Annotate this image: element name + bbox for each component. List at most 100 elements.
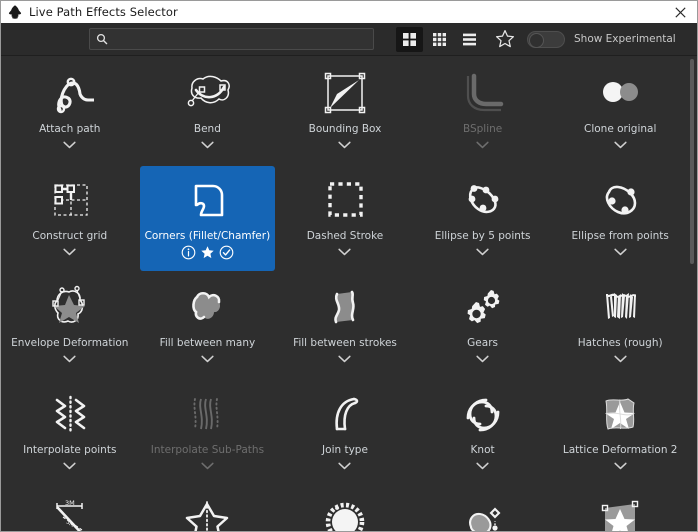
effect-item-expander-chevron-down-icon[interactable]	[200, 354, 214, 363]
ellipse-from-points-icon	[594, 176, 646, 224]
effect-item-fill-between-many[interactable]: Fill between many	[140, 273, 276, 378]
toolbar: Show Experimental	[1, 23, 697, 56]
effect-item-dashed-stroke[interactable]: Dashed Stroke	[277, 166, 413, 271]
effect-item-corners-fillet-chamfer[interactable]: Corners (Fillet/Chamfer)	[140, 166, 276, 271]
effect-item-perspective-envelope[interactable]: Perspective/Envelope	[552, 487, 688, 531]
effect-item-offset[interactable]: Offset	[277, 487, 413, 531]
interpolate-sub-paths-icon	[181, 390, 233, 438]
effect-item-expander-chevron-down-icon[interactable]	[338, 354, 352, 363]
scrollbar-thumb[interactable]	[690, 59, 694, 264]
list-view-button[interactable]	[456, 27, 483, 52]
applied-check-badge-icon[interactable]	[219, 245, 234, 260]
effect-item-join-type[interactable]: Join type	[277, 380, 413, 485]
effect-item-interpolate-sub-paths[interactable]: Interpolate Sub-Paths	[140, 380, 276, 485]
effect-item-label: Gears	[465, 337, 500, 349]
effect-item-mirror-symmetry[interactable]: Mirror symmetry	[140, 487, 276, 531]
effect-item-label: Knot	[469, 444, 497, 456]
close-icon	[675, 7, 686, 18]
effect-item-label: Bend	[192, 123, 223, 135]
large-grid-icon	[402, 32, 417, 47]
effect-item-bend[interactable]: Bend	[140, 59, 276, 164]
offset-icon	[319, 497, 371, 531]
info-badge-icon[interactable]	[181, 245, 196, 260]
effect-item-lattice-deformation-2[interactable]: Lattice Deformation 2	[552, 380, 688, 485]
effect-item-envelope-deformation[interactable]: Envelope Deformation	[2, 273, 138, 378]
effect-item-label: Join type	[320, 444, 370, 456]
effect-item-label: Construct grid	[30, 230, 109, 242]
effect-item-expander-chevron-down-icon[interactable]	[200, 461, 214, 470]
gears-icon	[457, 283, 509, 331]
effect-item-expander-chevron-down-icon[interactable]	[613, 140, 627, 149]
effect-item-label: Clone original	[582, 123, 658, 135]
favorites-filter-button[interactable]	[493, 27, 517, 51]
search-box[interactable]	[89, 28, 374, 50]
effect-item-label: Fill between many	[158, 337, 258, 349]
construct-grid-icon	[44, 176, 96, 224]
effect-item-expander-chevron-down-icon[interactable]	[613, 247, 627, 256]
effect-item-label: Dashed Stroke	[305, 230, 386, 242]
mirror-symmetry-icon	[181, 497, 233, 531]
effect-item-fill-between-strokes[interactable]: Fill between strokes	[277, 273, 413, 378]
effect-item-expander-chevron-down-icon[interactable]	[63, 140, 77, 149]
bounding-box-icon	[319, 69, 371, 117]
effect-item-expander-chevron-down-icon[interactable]	[613, 354, 627, 363]
effect-item-label: Corners (Fillet/Chamfer)	[143, 230, 273, 242]
favorite-star-badge-icon[interactable]	[200, 245, 215, 260]
effect-item-label: Hatches (rough)	[576, 337, 665, 349]
window-title: Live Path Effects Selector	[29, 5, 178, 19]
vertical-scrollbar[interactable]	[689, 59, 695, 528]
effect-item-ellipse-from-points[interactable]: Ellipse from points	[552, 166, 688, 271]
pattern-along-path-icon	[457, 497, 509, 531]
effect-item-badges	[181, 245, 234, 260]
effect-item-attach-path[interactable]: Attach path	[2, 59, 138, 164]
effect-item-expander-chevron-down-icon[interactable]	[200, 140, 214, 149]
effect-item-expander-chevron-down-icon[interactable]	[476, 461, 490, 470]
small-grid-view-button[interactable]	[426, 27, 453, 52]
effect-item-expander-chevron-down-icon[interactable]	[338, 140, 352, 149]
toggle-knob	[529, 33, 544, 48]
effect-item-expander-chevron-down-icon[interactable]	[338, 247, 352, 256]
effect-item-label: Interpolate Sub-Paths	[149, 444, 266, 456]
effect-item-bspline[interactable]: BSpline	[415, 59, 551, 164]
hatches-rough-icon	[594, 283, 646, 331]
ellipse-5-points-icon	[457, 176, 509, 224]
corners-icon	[181, 176, 233, 224]
effect-item-ellipse-by-5-points[interactable]: Ellipse by 5 points	[415, 166, 551, 271]
effect-item-bounding-box[interactable]: Bounding Box	[277, 59, 413, 164]
effect-item-label: Lattice Deformation 2	[561, 444, 680, 456]
effect-item-label: Fill between strokes	[291, 337, 399, 349]
effect-item-expander-chevron-down-icon[interactable]	[63, 461, 77, 470]
effects-grid-scroll: Attach path Bend Bounding BoxBSpline Clone …	[1, 56, 689, 531]
search-input[interactable]	[113, 29, 367, 49]
effect-item-measure-segments[interactable]: 3M3MMeasure Segments	[2, 487, 138, 531]
show-experimental-toggle[interactable]	[527, 31, 565, 48]
effect-item-expander-chevron-down-icon[interactable]	[476, 247, 490, 256]
effect-item-label: Envelope Deformation	[9, 337, 130, 349]
effect-item-expander-chevron-down-icon[interactable]	[476, 354, 490, 363]
large-grid-view-button[interactable]	[396, 27, 423, 52]
list-icon	[462, 32, 477, 47]
effect-item-knot[interactable]: Knot	[415, 380, 551, 485]
effect-item-label: Attach path	[37, 123, 102, 135]
knot-icon	[457, 390, 509, 438]
search-icon	[96, 33, 108, 45]
effects-grid: Attach path Bend Bounding BoxBSpline Clone …	[1, 56, 689, 531]
effect-item-interpolate-points[interactable]: Interpolate points	[2, 380, 138, 485]
effect-item-expander-chevron-down-icon[interactable]	[613, 461, 627, 470]
effect-item-expander-chevron-down-icon[interactable]	[63, 247, 77, 256]
small-grid-icon	[432, 32, 447, 47]
effect-item-clone-original[interactable]: Clone original	[552, 59, 688, 164]
join-type-icon	[319, 390, 371, 438]
effect-item-expander-chevron-down-icon[interactable]	[476, 140, 490, 149]
svg-text:3M: 3M	[65, 499, 75, 507]
effect-item-hatches-rough[interactable]: Hatches (rough)	[552, 273, 688, 378]
effect-item-pattern-along-path[interactable]: Pattern Along Path	[415, 487, 551, 531]
inkscape-logo-icon	[7, 4, 23, 20]
dashed-stroke-icon	[319, 176, 371, 224]
close-button[interactable]	[663, 1, 697, 23]
effect-item-expander-chevron-down-icon[interactable]	[338, 461, 352, 470]
measure-segments-icon: 3M3M	[44, 497, 96, 531]
effect-item-gears[interactable]: Gears	[415, 273, 551, 378]
effect-item-expander-chevron-down-icon[interactable]	[63, 354, 77, 363]
effect-item-construct-grid[interactable]: Construct grid	[2, 166, 138, 271]
